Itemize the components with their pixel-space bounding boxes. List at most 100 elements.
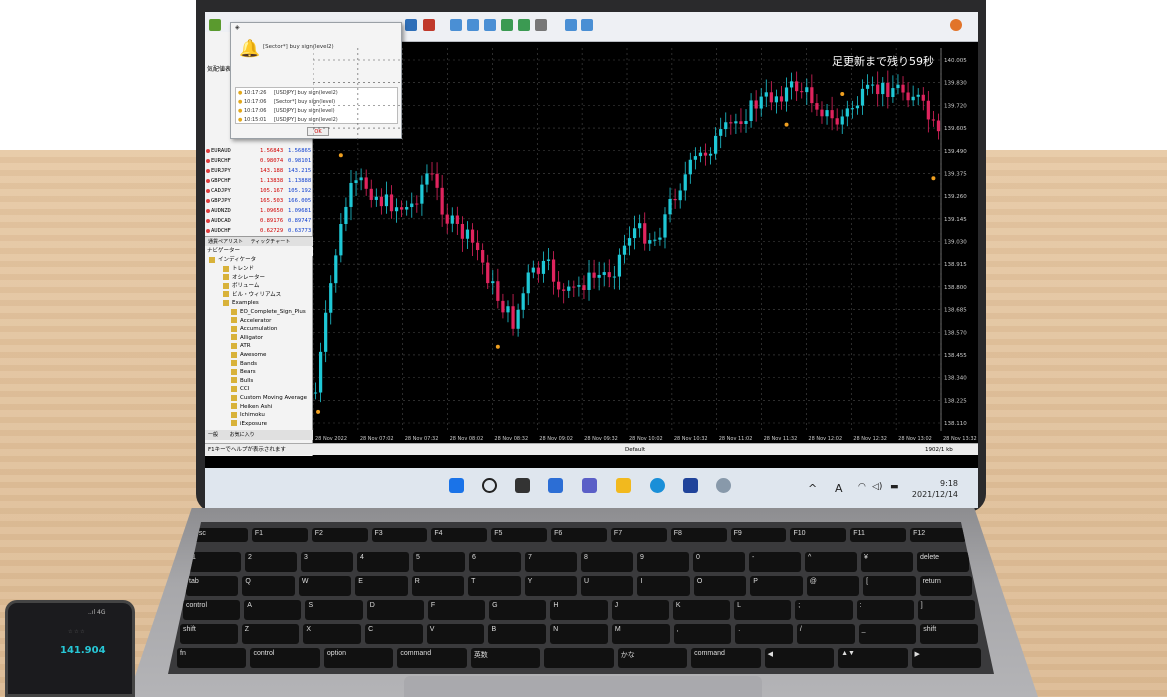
candle-chart-icon[interactable] [467, 19, 479, 31]
alert-time: 10:17:06 [243, 99, 267, 105]
price-tick-label: 138.915 [944, 262, 967, 268]
candle-body [663, 214, 667, 238]
bar-chart-icon[interactable] [450, 19, 462, 31]
notification-icon[interactable] [950, 19, 962, 31]
market-watch-row[interactable]: AUDCAD 0.89176 0.89747 [205, 216, 313, 226]
alert-title-icon: ◈ [235, 24, 240, 31]
navigator-item-label: Examples [232, 300, 259, 307]
bid-price: 1.56843 [260, 148, 284, 154]
widgets-icon[interactable] [548, 478, 563, 493]
candle-body [582, 285, 586, 290]
navigator-item[interactable]: iExposure [231, 420, 267, 429]
market-watch-row[interactable]: AUDNZD 1.09650 1.09681 [205, 206, 313, 216]
keyboard-key: F7 [610, 528, 667, 542]
tab-symbol-list[interactable]: 通貨ペアリスト [208, 239, 243, 245]
price-chart[interactable]: 140.005 139.830 139.720 139.605 139.490 139.3… [313, 48, 978, 443]
new-order-icon[interactable] [209, 19, 221, 31]
grid-icon[interactable] [535, 19, 547, 31]
candle-body [389, 194, 394, 212]
ime-indicator[interactable]: A [835, 482, 843, 495]
bid-price: 0.98074 [260, 158, 284, 164]
settings-icon[interactable] [716, 478, 731, 493]
candle-body [830, 110, 834, 119]
direction-icon [206, 189, 210, 193]
candle-body [643, 223, 647, 244]
candle-body [678, 190, 682, 201]
market-watch-row[interactable]: EURJPY 143.188 143.215 [205, 166, 313, 176]
tab-tick-chart[interactable]: ティックチャート [251, 239, 291, 245]
keyboard-key: ; [795, 600, 853, 620]
candle-body [501, 300, 505, 313]
direction-icon [206, 229, 210, 233]
keyboard-key: W [298, 576, 352, 596]
line-chart-icon[interactable] [484, 19, 496, 31]
keyboard-key: F5 [491, 528, 548, 542]
candle-body [516, 309, 520, 329]
market-watch-row[interactable]: GBPCHF 1.13838 1.13888 [205, 176, 313, 186]
candle-body [359, 177, 363, 181]
keyboard-key: F10 [790, 528, 847, 542]
candle-body [906, 92, 910, 101]
chart-type-icon[interactable] [405, 19, 417, 31]
keyboard-key [544, 648, 614, 668]
phone-status: ..ıl 4G [88, 609, 106, 616]
autotrade-icon[interactable] [423, 19, 435, 31]
candle-body [526, 272, 530, 294]
keyboard-key: return [919, 576, 972, 596]
candle-body [572, 286, 576, 288]
edge-icon[interactable] [650, 478, 665, 493]
candle-body [779, 96, 784, 102]
ask-price: 1.56865 [288, 148, 312, 154]
candle-body [764, 92, 768, 97]
candle-body [374, 196, 378, 200]
bid-price: 143.188 [260, 168, 284, 174]
volume-icon[interactable]: ◁) [872, 482, 882, 492]
candle-body [450, 215, 454, 224]
market-watch-row[interactable]: EURCHF 0.98074 0.98101 [205, 156, 313, 166]
start-icon[interactable] [449, 478, 464, 493]
keyboard-key: Q [242, 576, 295, 596]
market-watch-row[interactable]: GBPJPY 165.503 166.005 [205, 196, 313, 206]
task-view-icon[interactable] [515, 478, 530, 493]
zoom-out-icon[interactable] [518, 19, 530, 31]
store-icon[interactable] [683, 478, 698, 493]
chat-icon[interactable] [582, 478, 597, 493]
keyboard-key: 英数 [470, 648, 541, 668]
navigator-item-label: Bulls [240, 377, 254, 384]
bar-countdown: 足更新まで残り59秒 [832, 55, 934, 68]
status-help: F1キーでヘルプが表示されます [208, 447, 286, 453]
periodicity-icon[interactable] [581, 19, 593, 31]
zoom-in-icon[interactable] [501, 19, 513, 31]
navigator-root[interactable]: インディケータ [209, 256, 256, 265]
candle-body [324, 312, 328, 352]
taskbar-clock[interactable]: 9:18 2021/12/14 [898, 478, 958, 500]
price-tick-label: 138.455 [944, 353, 967, 359]
keyboard-key: fn [177, 648, 247, 668]
candle-body [845, 108, 849, 117]
candle-body [557, 281, 561, 290]
indicators-icon[interactable] [565, 19, 577, 31]
candle-body [394, 207, 399, 212]
navigator-item-label: Accelerator [240, 317, 272, 324]
chevron-up-icon[interactable]: ^ [808, 482, 817, 495]
tab-general[interactable]: 一般 [208, 432, 218, 438]
file-explorer-icon[interactable] [616, 478, 631, 493]
keyboard-key: ^ [805, 552, 857, 572]
indicator-icon [231, 420, 237, 427]
market-watch-row[interactable]: EURAUD 1.56843 1.56865 [205, 146, 313, 156]
market-watch-row[interactable]: CADJPY 105.167 105.192 [205, 186, 313, 196]
candle-body [313, 392, 318, 394]
keyboard-key: L [734, 600, 792, 620]
keyboard-key: N [550, 624, 608, 644]
search-icon[interactable] [482, 478, 497, 493]
market-watch-row[interactable]: AUDCHF 0.62729 0.63773 [205, 226, 313, 236]
network-icon[interactable]: ◠ [858, 482, 866, 492]
tab-favorites[interactable]: お気に入り [230, 432, 255, 438]
navigator-item-label: EO_Complete_Sign_Plus [240, 309, 306, 315]
alert-time: 10:17:06 [243, 108, 267, 114]
candle-body [339, 223, 343, 256]
alert-time: 10:15:01 [243, 117, 267, 123]
candle-body [784, 87, 789, 102]
indicator-icon [231, 342, 237, 349]
time-tick-label: 28 Nov 10:02 [629, 436, 663, 442]
